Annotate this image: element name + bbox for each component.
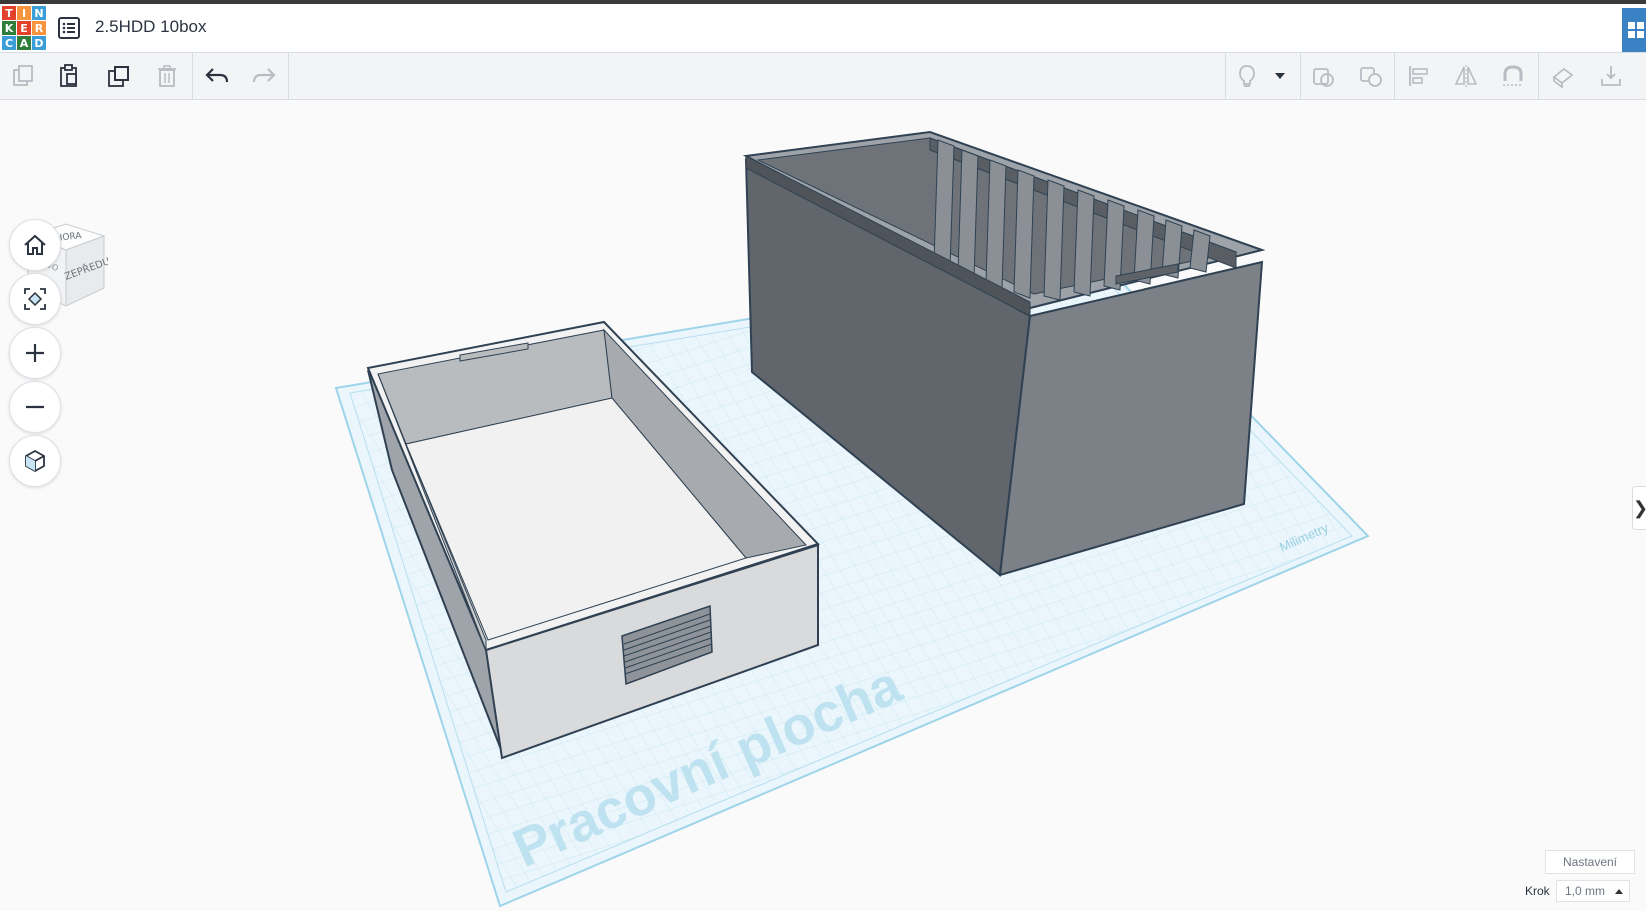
3d-viewport[interactable]: Pracovní plocha Milimetry SHORA ZEPŘEDU: [0, 100, 1646, 911]
tinkercad-logo[interactable]: T I N K E R C A D: [2, 6, 46, 50]
step-value: 1,0 mm: [1565, 884, 1606, 898]
settings-button[interactable]: Nastavení: [1545, 850, 1635, 874]
toolbar-separator: [1394, 53, 1395, 99]
zoom-out-button[interactable]: [9, 381, 61, 433]
logo-letter: T: [2, 6, 16, 20]
duplicate-icon[interactable]: [96, 53, 142, 99]
undo-icon[interactable]: [194, 53, 240, 99]
logo-letter: K: [2, 21, 16, 35]
paste-icon[interactable]: [46, 53, 92, 99]
zoom-out-icon: [26, 405, 44, 409]
logo-letter: C: [2, 36, 16, 50]
step-label: Krok: [1525, 884, 1550, 898]
ortho-view-button[interactable]: [9, 435, 61, 487]
dropdown-caret-icon[interactable]: [1260, 53, 1300, 99]
ortho-view-icon: [25, 449, 45, 473]
logo-letter: R: [32, 21, 46, 35]
export-icon[interactable]: [1588, 53, 1634, 99]
zoom-in-icon: [26, 344, 44, 362]
fit-view-button[interactable]: [9, 273, 61, 325]
document-title[interactable]: 2.5HDD 10box: [95, 17, 207, 37]
panel-toggle-chevron-icon[interactable]: ❯: [1632, 486, 1646, 530]
delete-icon[interactable]: [144, 53, 190, 99]
copy-icon[interactable]: [0, 53, 46, 99]
grid-apps-icon[interactable]: [1622, 8, 1646, 52]
step-select[interactable]: 1,0 mm: [1556, 880, 1630, 902]
cruise-icon[interactable]: [1490, 53, 1536, 99]
scene-canvas[interactable]: Pracovní plocha Milimetry: [0, 100, 1646, 911]
align-icon[interactable]: [1396, 53, 1442, 99]
home-icon: [24, 234, 46, 255]
toolbar: [0, 53, 1646, 100]
ungroup-icon[interactable]: [1348, 53, 1394, 99]
caret-up-icon: [1615, 889, 1623, 894]
logo-letter: E: [17, 21, 31, 35]
toolbar-separator: [288, 53, 289, 99]
mirror-icon[interactable]: [1443, 53, 1489, 99]
home-view-button[interactable]: [9, 219, 61, 271]
group-icon[interactable]: [1300, 53, 1346, 99]
redo-icon[interactable]: [241, 53, 287, 99]
logo-letter: I: [17, 6, 31, 20]
title-bar: T I N K E R C A D 2.5HDD 10box: [0, 4, 1646, 53]
logo-letter: A: [17, 36, 31, 50]
notes-icon[interactable]: [1540, 53, 1586, 99]
design-list-icon[interactable]: [58, 17, 80, 39]
logo-letter: D: [32, 36, 46, 50]
zoom-in-button[interactable]: [9, 327, 61, 379]
fit-view-icon: [24, 288, 46, 310]
toolbar-separator: [192, 53, 193, 99]
toolbar-separator: [1538, 53, 1539, 99]
logo-letter: N: [32, 6, 46, 20]
